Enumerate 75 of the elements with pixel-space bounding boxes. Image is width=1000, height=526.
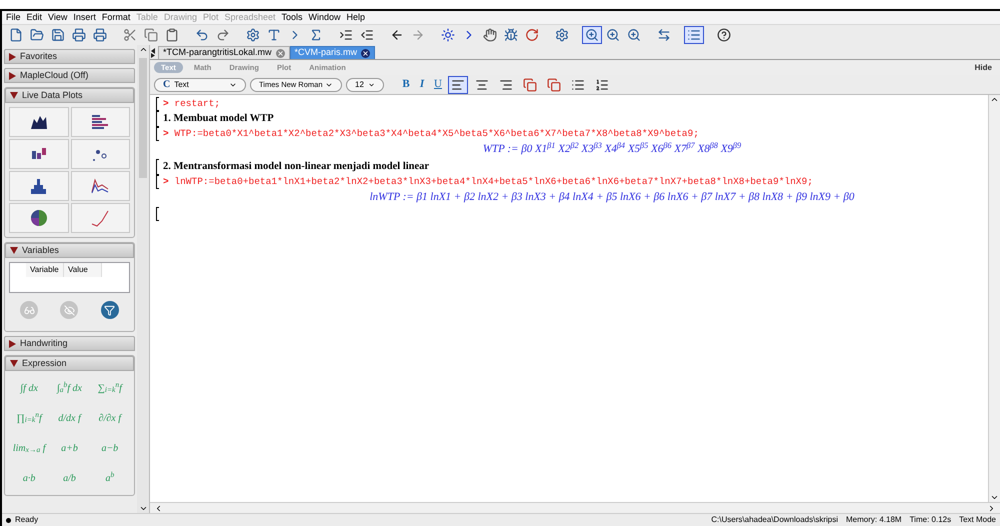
align-left-icon[interactable] (448, 76, 468, 94)
menu-item[interactable]: View (45, 10, 70, 24)
palette-header[interactable]: Expression (5, 356, 134, 371)
file-path: C:\Users\ahadea\Downloads\skripsi (711, 514, 838, 526)
scroll-down-icon[interactable] (990, 493, 999, 502)
menu-item[interactable]: Window (306, 10, 344, 24)
prompt-input[interactable]: > restart; (163, 97, 220, 112)
underline-button[interactable]: U (432, 76, 444, 93)
palette-header[interactable]: MapleCloud (Off) (4, 68, 135, 83)
scroll-left-icon[interactable] (154, 504, 163, 512)
math-output: WTP := β0 X1$^{β1}$ X2$^{β2}$ X3$^{β3}$ X4$^{β4}$ X5$^{β5}$ X6$^{β6}$ X7$^{β7}$ X8$^{β8}$ X9$^{β9}$ (482, 141, 742, 158)
status-text: Ready (15, 514, 38, 526)
plot-button[interactable] (9, 107, 68, 137)
expression-template[interactable]: ∑$_{i=k}$$^{n}$f (90, 375, 130, 401)
section-heading: 2. Mentransformasi model non-linear menjadi model linear (163, 160, 430, 174)
math-output: lnWTP := β1 lnX1 + β2 lnX2 + β3 lnX3 + β4 lnX4 + β5 lnX6 + β6 lnX6 + β7 lnX7 + β8 lnX8 + β9 lnX9 + β0 (370, 190, 854, 206)
palette-header[interactable]: Variables (5, 243, 134, 258)
tab-scroll-icon[interactable] (150, 47, 156, 59)
prompt-input[interactable]: > WTP:=beta0*X1^beta1*X2^beta2*X3^beta3*X4^beta4*X5^beta5*X6^beta6*X7^beta7*X8^beta8*X9^beta9; (163, 127, 699, 142)
palette-header[interactable]: Live Data Plots (5, 88, 134, 103)
document-tab[interactable]: *TCM-parangtritisLokal.mw (158, 46, 290, 59)
close-icon[interactable] (361, 48, 370, 58)
menu-item[interactable]: Format (98, 10, 134, 24)
scroll-right-icon[interactable] (987, 504, 996, 512)
scroll-up-icon[interactable] (990, 95, 999, 104)
menu-item[interactable]: Tools (278, 10, 306, 24)
expression-template[interactable]: a+b (49, 435, 90, 461)
scroll-down-icon[interactable] (138, 504, 148, 513)
menu-item[interactable]: File (3, 10, 24, 24)
menu-item[interactable]: Help (344, 10, 368, 24)
triangle-icon (10, 92, 18, 99)
palette-header[interactable]: Favorites (4, 49, 135, 64)
scrollbar[interactable] (988, 95, 1000, 502)
column-header: Value (64, 263, 102, 277)
size-dropdown[interactable]: 12 (346, 78, 384, 92)
style-dropdown[interactable]: C Text (154, 78, 246, 92)
plot-button[interactable] (9, 171, 68, 201)
menu-item[interactable]: Edit (24, 10, 46, 24)
expression-template[interactable]: a/b (49, 465, 90, 491)
plot-button[interactable] (70, 107, 130, 137)
prompt-input[interactable]: > lnWTP:=beta0+beta1*lnX1+beta2*lnX2+beta3*lnX3+beta4*lnX4+beta5*lnX6+beta6*lnX6+beta7*lnX7+beta8*lnX8+beta9*lnX9; (163, 175, 813, 190)
bold-button[interactable]: B (400, 76, 412, 93)
column-header: Variable (26, 263, 64, 277)
triangle-icon (9, 72, 16, 80)
expression-template[interactable]: a$^{b}$ (90, 465, 130, 491)
triangle-icon (10, 247, 18, 254)
scroll-up-icon[interactable] (138, 45, 148, 54)
section-heading: 1. Membuat model WTP (163, 112, 274, 126)
mode-indicator: Text Mode (959, 514, 996, 526)
plot-button[interactable] (9, 203, 68, 233)
hide-button[interactable]: Hide (970, 62, 996, 74)
zoom-icon[interactable] (582, 26, 602, 44)
expression-template[interactable]: ∫f dx (9, 375, 50, 401)
expression-template[interactable]: ∏$_{i=k}$$^{n}$f (9, 405, 50, 431)
italic-button[interactable]: I (416, 76, 428, 93)
scrollbar[interactable] (137, 45, 149, 513)
scrollbar-thumb[interactable] (139, 58, 147, 178)
memory-usage: Memory: 4.18M (846, 514, 902, 526)
menu-item[interactable]: Insert (70, 10, 99, 24)
triangle-icon (9, 340, 16, 348)
expression-template[interactable]: ∫$_{a}$$^{b}$f dx (49, 375, 90, 401)
time-usage: Time: 0.12s (910, 514, 952, 526)
document-tab[interactable]: *CVM-paris.mw (290, 46, 376, 59)
palette-header[interactable]: Handwriting (4, 336, 135, 351)
expression-template[interactable]: d/dx f (49, 405, 90, 431)
group-bracket (156, 207, 159, 222)
triangle-icon (10, 360, 18, 367)
expression-template[interactable]: ∂/∂x f (90, 405, 130, 431)
filter-icon[interactable] (100, 301, 119, 319)
expression-template[interactable]: lim$_{x→a}$ f (9, 435, 50, 461)
triangle-icon (9, 52, 16, 60)
expression-template[interactable]: a−b (90, 435, 130, 461)
expression-template[interactable]: a·b (9, 465, 50, 491)
scrollbar[interactable] (150, 502, 1000, 513)
plot-button[interactable] (9, 139, 68, 169)
